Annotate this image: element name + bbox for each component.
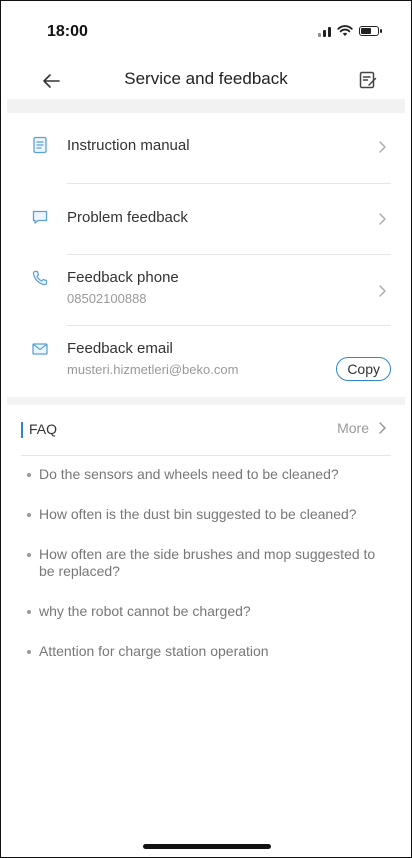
- chevron-right-icon: [379, 213, 386, 225]
- status-bar: 18:00: [1, 1, 411, 63]
- faq-more-link[interactable]: More: [337, 420, 387, 436]
- feedback-phone-label: Feedback phone: [67, 269, 179, 286]
- chevron-right-icon: [379, 285, 386, 297]
- edit-note-icon[interactable]: [357, 69, 379, 91]
- faq-accent-bar: [21, 422, 23, 438]
- faq-item[interactable]: How often are the side brushes and mop s…: [27, 546, 391, 580]
- faq-header: FAQ More: [1, 405, 411, 455]
- chat-icon: [32, 210, 48, 224]
- feedback-email-address: musteri.hizmetleri@beko.com: [67, 362, 239, 377]
- feedback-email-row: Feedback email musteri.hizmetleri@beko.c…: [1, 326, 411, 397]
- section-divider: [7, 397, 405, 405]
- phone-icon: [32, 270, 48, 286]
- mail-icon: [32, 343, 48, 355]
- faq-item[interactable]: why the robot cannot be charged?: [27, 603, 391, 620]
- status-time: 18:00: [47, 23, 88, 40]
- problem-feedback-row[interactable]: Problem feedback: [1, 184, 411, 255]
- feedback-phone-row[interactable]: Feedback phone 08502100888: [1, 255, 411, 326]
- header-divider: [7, 99, 405, 113]
- problem-feedback-label: Problem feedback: [67, 209, 188, 226]
- chevron-right-icon: [379, 141, 386, 153]
- wifi-icon: [337, 25, 353, 36]
- feedback-phone-number: 08502100888: [67, 291, 147, 306]
- status-icons: [318, 25, 382, 37]
- faq-item[interactable]: Do the sensors and wheels need to be cle…: [27, 466, 391, 483]
- instruction-manual-row[interactable]: Instruction manual: [1, 113, 411, 184]
- faq-list: Do the sensors and wheels need to be cle…: [1, 456, 411, 660]
- signal-icon: [318, 25, 331, 37]
- faq-more-label: More: [337, 420, 369, 436]
- document-icon: [33, 136, 47, 154]
- battery-icon: [359, 26, 382, 36]
- app-screen: 18:00 Service and feedback Instruction m…: [0, 0, 412, 858]
- nav-bar: Service and feedback: [1, 63, 411, 99]
- faq-item[interactable]: Attention for charge station operation: [27, 643, 391, 660]
- service-list: Instruction manual Problem feedback Feed…: [1, 113, 411, 397]
- faq-item[interactable]: How often is the dust bin suggested to b…: [27, 506, 391, 523]
- instruction-manual-label: Instruction manual: [67, 137, 190, 154]
- page-title: Service and feedback: [124, 69, 288, 88]
- faq-title: FAQ: [29, 421, 58, 437]
- copy-button[interactable]: Copy: [336, 357, 391, 381]
- feedback-email-label: Feedback email: [67, 340, 173, 357]
- chevron-right-icon: [379, 422, 386, 434]
- home-indicator[interactable]: [143, 844, 271, 849]
